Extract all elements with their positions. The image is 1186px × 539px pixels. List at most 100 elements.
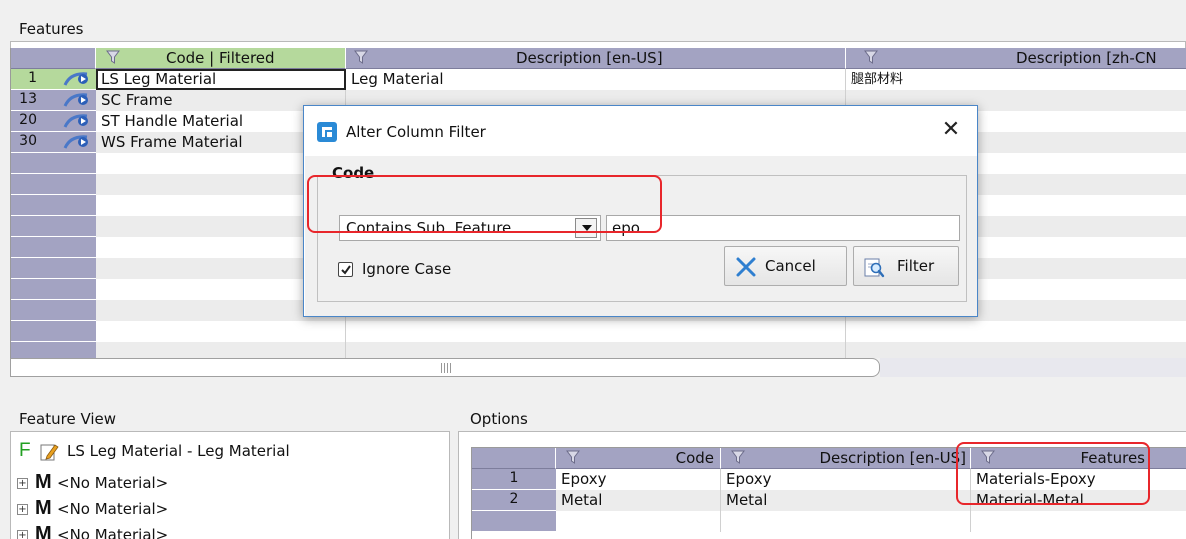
- row-header: [11, 174, 96, 195]
- row-header: [11, 258, 96, 279]
- feature-link-icon: [63, 114, 88, 128]
- tree-item-label: <No Material>: [57, 474, 169, 492]
- expand-plus-icon[interactable]: +: [17, 530, 28, 539]
- dialog-titlebar[interactable]: Alter Column Filter ✕: [304, 106, 977, 156]
- row-header[interactable]: 2: [472, 490, 556, 511]
- row-header[interactable]: 30: [11, 132, 96, 153]
- empty-row: [472, 511, 1186, 532]
- expand-plus-icon[interactable]: +: [17, 504, 28, 515]
- cell-code[interactable]: LS Leg Material: [96, 69, 346, 90]
- expand-plus-icon[interactable]: +: [17, 478, 28, 489]
- row-header-corner: [472, 448, 556, 469]
- cell-code[interactable]: Metal: [556, 490, 721, 511]
- horizontal-scrollbar[interactable]: [10, 358, 880, 377]
- empty-cell: [721, 511, 971, 532]
- row-header: [11, 279, 96, 300]
- annotation-highlight-filter: [307, 175, 662, 233]
- empty-cell: [346, 321, 846, 342]
- row-header: [472, 511, 556, 532]
- cell-code[interactable]: Epoxy: [556, 469, 721, 490]
- column-header-code-label: Code | Filtered: [166, 49, 275, 67]
- filter-funnel-icon[interactable]: [864, 50, 878, 64]
- material-glyph-icon: M: [35, 497, 52, 519]
- column-header-description-zh[interactable]: Description [zh-CN: [846, 48, 1186, 69]
- feature-view-panel: F LS Leg Material - Leg Material + M <No…: [10, 431, 450, 539]
- row-header: [11, 195, 96, 216]
- column-header-code[interactable]: Code | Filtered: [96, 48, 346, 69]
- annotation-highlight-features: [956, 442, 1150, 505]
- filter-funnel-icon[interactable]: [354, 50, 368, 64]
- row-header[interactable]: 20: [11, 111, 96, 132]
- empty-row: [11, 342, 1186, 358]
- tree-item[interactable]: + M <No Material>: [11, 497, 449, 522]
- features-panel: [10, 41, 1186, 48]
- row-header: [11, 300, 96, 321]
- cell-description-en[interactable]: Leg Material: [346, 69, 846, 90]
- empty-cell: [346, 342, 846, 358]
- row-number: 30: [19, 133, 37, 149]
- feature-view-title: Feature View: [19, 410, 117, 428]
- row-number: 2: [509, 491, 519, 507]
- empty-cell: [556, 511, 721, 532]
- app-logo-icon: [317, 122, 337, 142]
- feature-link-icon: [63, 93, 88, 107]
- row-number: 13: [19, 91, 37, 107]
- filter-value-field[interactable]: [612, 219, 952, 237]
- cancel-button-label: Cancel: [765, 257, 816, 275]
- tree-item[interactable]: + M <No Material>: [11, 471, 449, 496]
- tree-root[interactable]: F LS Leg Material - Leg Material: [11, 440, 449, 464]
- row-header[interactable]: 1: [11, 69, 96, 90]
- dialog-title: Alter Column Filter: [346, 123, 486, 141]
- filter-button-label: Filter: [897, 257, 935, 275]
- material-glyph-icon: M: [35, 471, 52, 493]
- x-cross-icon: [736, 257, 756, 277]
- cancel-button[interactable]: Cancel: [724, 246, 847, 286]
- filter-funnel-icon[interactable]: [731, 450, 745, 464]
- row-number: 1: [509, 470, 519, 486]
- filter-funnel-icon[interactable]: [106, 50, 120, 64]
- features-panel-title: Features: [19, 20, 84, 38]
- row-header-corner: [11, 48, 96, 69]
- column-header-description-en-label: Description [en-US]: [819, 449, 966, 467]
- filter-funnel-icon[interactable]: [566, 450, 580, 464]
- tree-item-label: <No Material>: [57, 526, 169, 539]
- feature-link-icon: [63, 72, 88, 86]
- ignore-case-checkbox[interactable]: [338, 262, 353, 277]
- row-number: 20: [19, 112, 37, 128]
- magnifier-filter-icon: [864, 258, 885, 278]
- column-header-description-zh-label: Description [zh-CN: [1016, 49, 1157, 67]
- scrollbar-grip-icon[interactable]: [441, 363, 453, 373]
- column-header-code-label: Code: [675, 449, 714, 467]
- row-header: [11, 216, 96, 237]
- feature-glyph-icon: F: [19, 440, 31, 461]
- scrollbar-track[interactable]: [880, 358, 1186, 377]
- tree-item[interactable]: + M <No Material>: [11, 523, 449, 539]
- close-icon[interactable]: ✕: [935, 114, 967, 146]
- table-row[interactable]: 1 LS Leg Material Leg Material 腿部材料: [11, 69, 1186, 90]
- empty-cell: [96, 342, 346, 358]
- column-header-description-en[interactable]: Description [en-US]: [721, 448, 971, 469]
- feature-link-icon: [63, 135, 88, 149]
- row-number: 1: [28, 70, 37, 86]
- cell-description-en[interactable]: Metal: [721, 490, 971, 511]
- column-header-description-en-label: Description [en-US]: [516, 49, 663, 67]
- row-header: [11, 237, 96, 258]
- filter-button[interactable]: Filter: [853, 246, 959, 286]
- options-title: Options: [470, 410, 528, 428]
- cell-description-zh[interactable]: 腿部材料: [846, 69, 1186, 90]
- row-header[interactable]: 1: [472, 469, 556, 490]
- material-glyph-icon: M: [35, 523, 52, 539]
- ignore-case-label[interactable]: Ignore Case: [362, 260, 451, 278]
- tree-root-label: LS Leg Material - Leg Material: [67, 442, 290, 460]
- row-header[interactable]: 13: [11, 90, 96, 111]
- column-header-description-en[interactable]: Description [en-US]: [346, 48, 846, 69]
- cell-description-en[interactable]: Epoxy: [721, 469, 971, 490]
- edit-note-icon[interactable]: [39, 442, 59, 462]
- empty-cell: [971, 511, 1186, 532]
- row-header: [11, 153, 96, 174]
- empty-row: [11, 321, 1186, 342]
- empty-cell: [96, 321, 346, 342]
- row-header: [11, 342, 96, 358]
- column-header-code[interactable]: Code: [556, 448, 721, 469]
- tree-item-label: <No Material>: [57, 500, 169, 518]
